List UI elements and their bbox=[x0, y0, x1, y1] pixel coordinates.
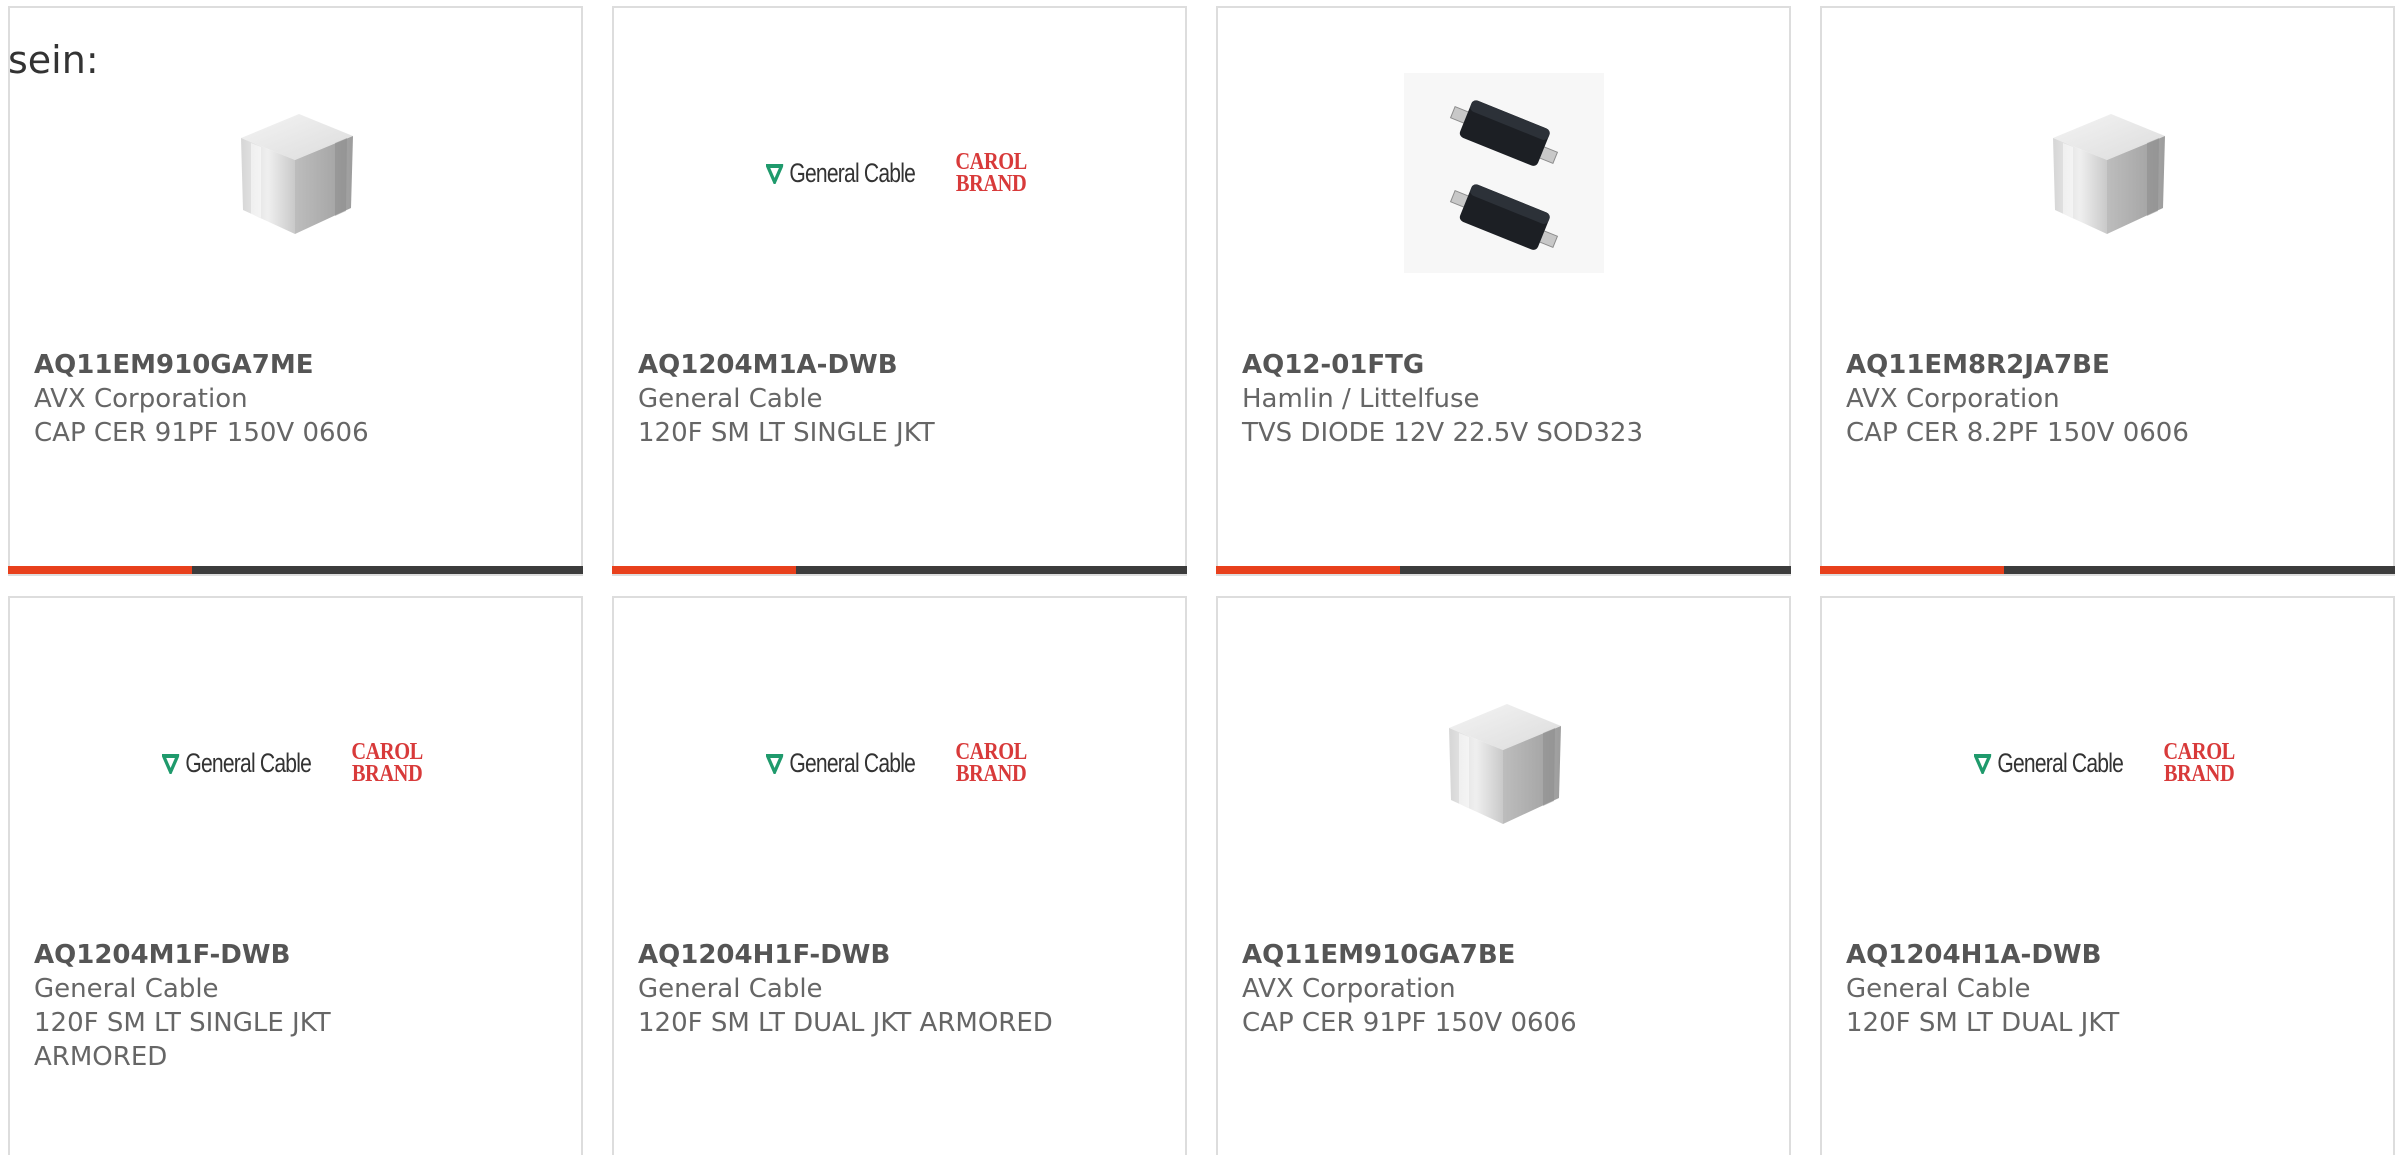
description: CAP CER 91PF 150V 0606 bbox=[1242, 1008, 1577, 1038]
general-cable-logo-icon: General Cable CAROL BRAND bbox=[161, 739, 429, 787]
logo-brand-line2: BRAND bbox=[2163, 761, 2235, 787]
manufacturer: General Cable bbox=[638, 384, 823, 414]
logo-brand-line1: CAROL bbox=[351, 739, 423, 765]
general-cable-logo-icon: General Cable CAROL BRAND bbox=[1973, 739, 2241, 787]
general-cable-logo-icon: General Cable CAROL BRAND bbox=[765, 149, 1033, 197]
manufacturer: AVX Corporation bbox=[34, 384, 248, 414]
part-number[interactable]: AQ1204M1A-DWB bbox=[638, 348, 1165, 382]
section-heading: sein: bbox=[8, 38, 99, 82]
logo-brand-line2: BRAND bbox=[955, 761, 1027, 787]
product-image[interactable]: General Cable CAROL BRAND bbox=[614, 598, 1185, 928]
logo-name: General Cable bbox=[185, 747, 311, 778]
product-card[interactable]: General Cable CAROL BRAND AQ1204H1F-DWB … bbox=[612, 596, 1187, 1155]
logo-brand-line1: CAROL bbox=[955, 149, 1027, 175]
sod323-diode-icon bbox=[1403, 73, 1604, 273]
logo-brand-line1: CAROL bbox=[955, 739, 1027, 765]
logo-name: General Cable bbox=[789, 747, 915, 778]
product-image[interactable]: General Cable CAROL BRAND bbox=[1822, 598, 2393, 928]
logo-brand-line2: BRAND bbox=[351, 761, 423, 787]
description: CAP CER 8.2PF 150V 0606 bbox=[1846, 418, 2189, 448]
description: 120F SM LT DUAL JKT bbox=[1846, 1008, 2120, 1038]
logo-brand-line2: BRAND bbox=[955, 171, 1027, 197]
ceramic-capacitor-icon bbox=[240, 114, 353, 234]
card-accent-bar bbox=[1216, 566, 1791, 574]
product-image[interactable] bbox=[1822, 8, 2393, 338]
product-image[interactable]: General Cable CAROL BRAND bbox=[614, 8, 1185, 338]
manufacturer: General Cable bbox=[34, 974, 219, 1004]
description: 120F SM LT SINGLE JKT ARMORED bbox=[34, 1008, 331, 1072]
description: 120F SM LT SINGLE JKT bbox=[638, 418, 935, 448]
part-number[interactable]: AQ12-01FTG bbox=[1242, 348, 1769, 382]
description: CAP CER 91PF 150V 0606 bbox=[34, 418, 369, 448]
logo-name: General Cable bbox=[1997, 747, 2123, 778]
manufacturer: Hamlin / Littelfuse bbox=[1242, 384, 1480, 414]
product-card[interactable]: General Cable CAROL BRAND AQ1204H1A-DWB … bbox=[1820, 596, 2395, 1155]
card-accent-bar bbox=[612, 566, 1187, 574]
card-accent-bar bbox=[1820, 566, 2395, 574]
manufacturer: General Cable bbox=[1846, 974, 2031, 1004]
ceramic-capacitor-icon bbox=[2052, 114, 2165, 234]
product-image[interactable] bbox=[1218, 8, 1789, 338]
product-card[interactable]: AQ11EM910GA7ME AVX Corporation CAP CER 9… bbox=[8, 6, 583, 576]
part-number[interactable]: AQ1204M1F-DWB bbox=[34, 938, 561, 972]
part-number[interactable]: AQ11EM910GA7BE bbox=[1242, 938, 1769, 972]
description: TVS DIODE 12V 22.5V SOD323 bbox=[1242, 418, 1643, 448]
card-accent-bar bbox=[8, 566, 583, 574]
manufacturer: AVX Corporation bbox=[1846, 384, 2060, 414]
general-cable-logo-icon: General Cable CAROL BRAND bbox=[765, 739, 1033, 787]
description: 120F SM LT DUAL JKT ARMORED bbox=[638, 1008, 1053, 1038]
manufacturer: General Cable bbox=[638, 974, 823, 1004]
ceramic-capacitor-icon bbox=[1448, 704, 1561, 824]
product-image[interactable] bbox=[1218, 598, 1789, 928]
part-number[interactable]: AQ1204H1F-DWB bbox=[638, 938, 1165, 972]
logo-brand-line1: CAROL bbox=[2163, 739, 2235, 765]
part-number[interactable]: AQ11EM910GA7ME bbox=[34, 348, 561, 382]
product-card[interactable]: AQ11EM910GA7BE AVX Corporation CAP CER 9… bbox=[1216, 596, 1791, 1155]
product-card[interactable]: General Cable CAROL BRAND AQ1204M1F-DWB … bbox=[8, 596, 583, 1155]
product-image[interactable]: General Cable CAROL BRAND bbox=[10, 598, 581, 928]
product-card[interactable]: AQ11EM8R2JA7BE AVX Corporation CAP CER 8… bbox=[1820, 6, 2395, 576]
product-card[interactable]: AQ12-01FTG Hamlin / Littelfuse TVS DIODE… bbox=[1216, 6, 1791, 576]
manufacturer: AVX Corporation bbox=[1242, 974, 1456, 1004]
part-number[interactable]: AQ11EM8R2JA7BE bbox=[1846, 348, 2373, 382]
part-number[interactable]: AQ1204H1A-DWB bbox=[1846, 938, 2373, 972]
logo-name: General Cable bbox=[789, 157, 915, 188]
product-card[interactable]: General Cable CAROL BRAND AQ1204M1A-DWB … bbox=[612, 6, 1187, 576]
